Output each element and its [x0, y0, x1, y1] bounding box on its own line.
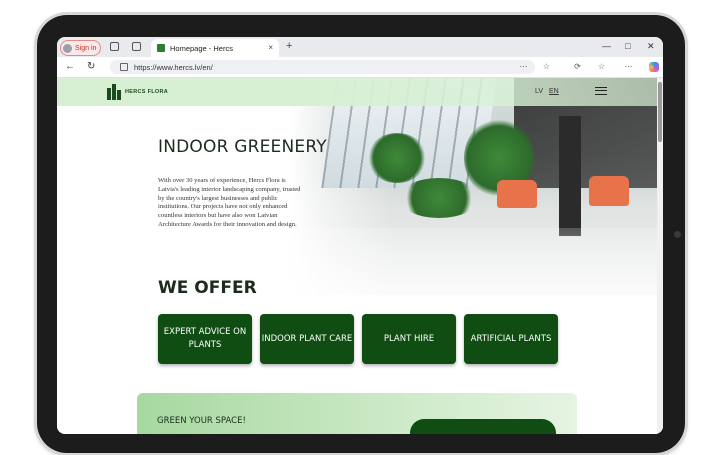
offer-indoor-plant-care-button[interactable]: INDOOR PLANT CARE	[260, 314, 354, 364]
lang-lv[interactable]: LV	[535, 88, 543, 95]
more-menu-icon[interactable]: ⋯	[624, 62, 633, 71]
profile-icon	[63, 43, 72, 53]
site-logo[interactable]: HERCS FLORA	[107, 84, 168, 100]
address-bar: ← ↻ https://www.hercs.lv/en/ ⋯ ☆ ⟳ ☆ ⋯	[57, 57, 663, 78]
new-tab-button[interactable]: +	[286, 40, 292, 52]
offer-expert-advice-button[interactable]: EXPERT ADVICE ON PLANTS	[158, 314, 252, 364]
tab-title: Homepage - Hercs	[170, 43, 233, 53]
plant	[399, 178, 479, 218]
plant	[367, 133, 427, 183]
browser-window: Sign in Homepage - Hercs × + — □ ✕ ← ↻ h…	[57, 37, 663, 434]
hamburger-menu-icon[interactable]	[595, 87, 607, 95]
pillar	[559, 116, 581, 236]
camera-dot	[674, 231, 681, 238]
offer-plant-hire-button[interactable]: PLANT HIRE	[362, 314, 456, 364]
collections-icon[interactable]: ☆	[597, 62, 606, 71]
refresh-icon[interactable]: ↻	[87, 61, 95, 72]
web-page: HERCS FLORA LV EN INDOOR GREENERY With o…	[57, 78, 663, 434]
copilot-icon[interactable]	[649, 62, 659, 72]
url-text: https://www.hercs.lv/en/	[134, 62, 213, 72]
scrollbar-thumb[interactable]	[658, 82, 662, 142]
cta-title: GREEN YOUR SPACE!	[157, 416, 246, 426]
tab-actions-icon[interactable]	[132, 42, 141, 51]
lang-en[interactable]: EN	[549, 88, 559, 95]
hero-image	[289, 78, 657, 295]
chair	[589, 176, 629, 206]
sign-in-label: Sign in	[75, 44, 97, 52]
scrollbar[interactable]	[657, 78, 663, 434]
minimize-button[interactable]: —	[602, 41, 611, 51]
workspaces-icon[interactable]	[110, 42, 119, 51]
close-tab-icon[interactable]: ×	[268, 43, 273, 52]
tab-homepage[interactable]: Homepage - Hercs ×	[151, 39, 279, 57]
site-header: HERCS FLORA LV EN	[57, 78, 657, 106]
lock-icon	[120, 63, 128, 71]
extensions-icon[interactable]: ⟳	[573, 62, 582, 71]
hero-title: INDOOR GREENERY	[158, 137, 327, 157]
tab-bar: Sign in Homepage - Hercs × + — □ ✕	[57, 37, 663, 57]
hero-text: With over 30 years of experience, Hercs …	[158, 177, 301, 228]
maximize-button[interactable]: □	[625, 41, 630, 51]
offer-artificial-plants-button[interactable]: ARTIFICIAL PLANTS	[464, 314, 558, 364]
favorite-star-icon[interactable]: ☆	[542, 62, 551, 71]
back-arrow-icon[interactable]: ←	[65, 61, 75, 72]
site-favicon-icon	[157, 44, 165, 52]
floor	[289, 228, 657, 295]
cta-card: GREEN YOUR SPACE!	[137, 393, 577, 434]
close-window-button[interactable]: ✕	[647, 41, 655, 52]
logo-mark-icon	[107, 84, 121, 100]
chair	[497, 180, 537, 208]
offer-title: WE OFFER	[158, 278, 257, 298]
sign-in-button[interactable]: Sign in	[60, 40, 102, 56]
url-field[interactable]: https://www.hercs.lv/en/	[110, 60, 535, 74]
logo-text: HERCS FLORA	[125, 89, 169, 95]
read-aloud-icon[interactable]: ⋯	[519, 62, 528, 71]
cta-button[interactable]	[410, 419, 556, 434]
